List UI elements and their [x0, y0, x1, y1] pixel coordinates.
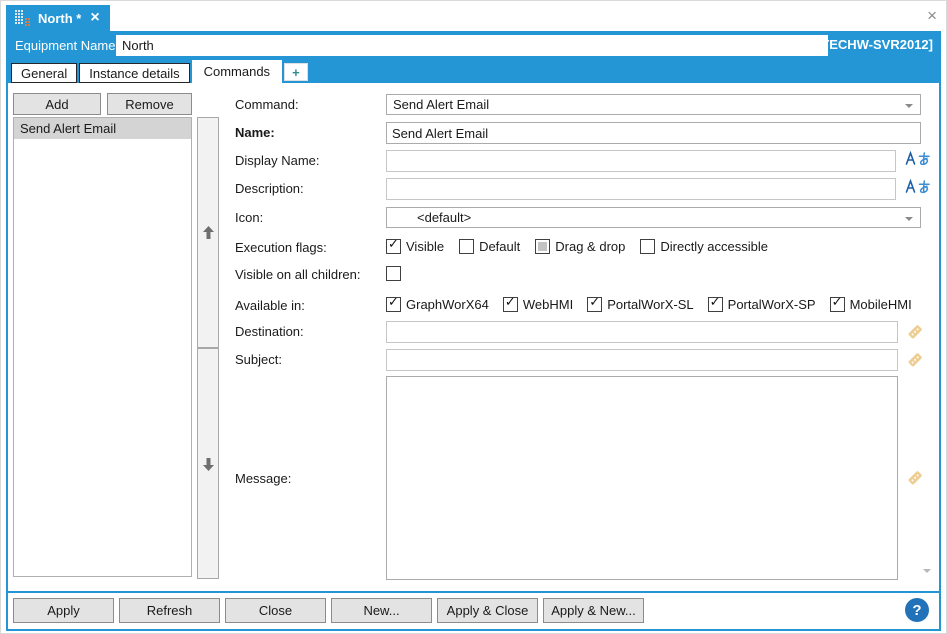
description-label: Description: [235, 181, 304, 196]
drag-drop-checkbox[interactable]: Drag & drop [535, 239, 625, 254]
default-checkbox[interactable]: Default [459, 239, 520, 254]
icon-dropdown[interactable]: <default> [386, 207, 921, 228]
command-list[interactable]: Send Alert Email [13, 117, 192, 577]
display-name-label: Display Name: [235, 153, 320, 168]
tab-add-plus[interactable]: + [284, 63, 308, 81]
scrollbar-down-icon[interactable] [923, 569, 931, 573]
tag-icon[interactable] [906, 469, 924, 490]
document-tab-close-icon[interactable]: × [90, 10, 99, 26]
reorder-column [197, 117, 219, 579]
footer-bar: Apply Refresh Close New... Apply & Close… [8, 593, 939, 628]
tag-icon[interactable] [906, 351, 924, 372]
move-up-button[interactable] [197, 117, 219, 348]
destination-label: Destination: [235, 324, 304, 339]
name-label: Name: [235, 125, 275, 140]
remove-button[interactable]: Remove [107, 93, 192, 115]
move-down-button[interactable] [197, 348, 219, 579]
dialog-window: North * × × Equipment Name: [TECHW-SVR20… [0, 0, 947, 634]
subject-label: Subject: [235, 352, 282, 367]
webhmi-checkbox[interactable]: WebHMI [503, 297, 573, 312]
new-button[interactable]: New... [331, 598, 432, 623]
down-arrow-icon [203, 457, 214, 471]
message-input[interactable] [386, 376, 898, 580]
chevron-down-icon [905, 104, 913, 108]
help-icon[interactable]: ? [905, 598, 929, 622]
visible-on-all-children-checkbox[interactable] [386, 266, 401, 281]
subject-input[interactable] [386, 349, 898, 371]
display-name-input[interactable] [386, 150, 896, 172]
name-input[interactable] [386, 122, 921, 144]
mobilehmi-checkbox[interactable]: MobileHMI [830, 297, 912, 312]
command-list-item[interactable]: Send Alert Email [14, 118, 191, 139]
header-bar: Equipment Name: [TECHW-SVR2012] [8, 31, 939, 60]
tab-strip: General Instance details Commands + [8, 60, 939, 83]
portalworx-sp-checkbox[interactable]: PortalWorX-SP [708, 297, 816, 312]
icon-label: Icon: [235, 210, 263, 225]
description-input[interactable] [386, 178, 896, 200]
close-button[interactable]: Close [225, 598, 326, 623]
document-tab-north[interactable]: North * × [6, 5, 110, 31]
tab-instance-details[interactable]: Instance details [79, 63, 189, 83]
equipment-name-input[interactable] [116, 35, 828, 56]
chevron-down-icon [905, 217, 913, 221]
execution-flags-label: Execution flags: [235, 240, 327, 255]
building-icon [14, 10, 31, 26]
execution-flags-group: Visible Default Drag & drop Directly acc… [386, 239, 768, 254]
tab-general[interactable]: General [11, 63, 77, 83]
localize-icon[interactable] [905, 179, 931, 198]
graphworx64-checkbox[interactable]: GraphWorX64 [386, 297, 489, 312]
add-button[interactable]: Add [13, 93, 101, 115]
window-close-icon[interactable]: × [927, 7, 937, 24]
visible-on-all-children-label: Visible on all children: [235, 267, 361, 282]
server-badge: [TECHW-SVR2012] [817, 37, 933, 52]
command-label: Command: [235, 97, 299, 112]
apply-button[interactable]: Apply [13, 598, 114, 623]
up-arrow-icon [203, 226, 214, 240]
document-tab-title: North * [38, 11, 81, 26]
visible-checkbox[interactable]: Visible [386, 239, 444, 254]
destination-input[interactable] [386, 321, 898, 343]
commands-content: Add Remove Send Alert Email [8, 83, 939, 591]
command-dropdown[interactable]: Send Alert Email [386, 94, 921, 115]
tag-icon[interactable] [906, 323, 924, 344]
apply-close-button[interactable]: Apply & Close [437, 598, 538, 623]
apply-new-button[interactable]: Apply & New... [543, 598, 644, 623]
directly-accessible-checkbox[interactable]: Directly accessible [640, 239, 768, 254]
equipment-dialog: Equipment Name: [TECHW-SVR2012] General … [6, 31, 941, 631]
localize-icon[interactable] [905, 151, 931, 170]
tab-commands[interactable]: Commands [192, 60, 282, 83]
available-in-label: Available in: [235, 298, 305, 313]
available-in-group: GraphWorX64 WebHMI PortalWorX-SL PortalW… [386, 297, 912, 312]
message-label: Message: [235, 471, 291, 486]
equipment-name-label: Equipment Name: [15, 38, 119, 53]
portalworx-sl-checkbox[interactable]: PortalWorX-SL [587, 297, 693, 312]
refresh-button[interactable]: Refresh [119, 598, 220, 623]
